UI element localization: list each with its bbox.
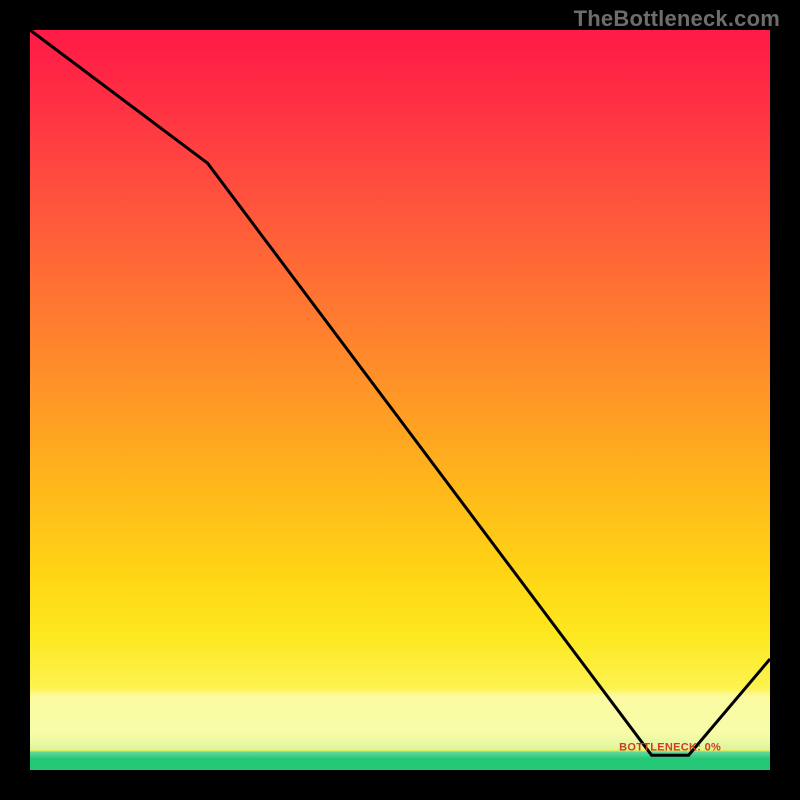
plot-area: BOTTLENECK: 0% <box>30 30 770 770</box>
figure-root: TheBottleneck.com BOTTLENECK: 0% <box>0 0 800 800</box>
watermark-text: TheBottleneck.com <box>574 6 780 32</box>
bottleneck-curve <box>30 30 770 755</box>
minimum-annotation: BOTTLENECK: 0% <box>619 742 721 754</box>
chart-svg: BOTTLENECK: 0% <box>30 30 770 770</box>
